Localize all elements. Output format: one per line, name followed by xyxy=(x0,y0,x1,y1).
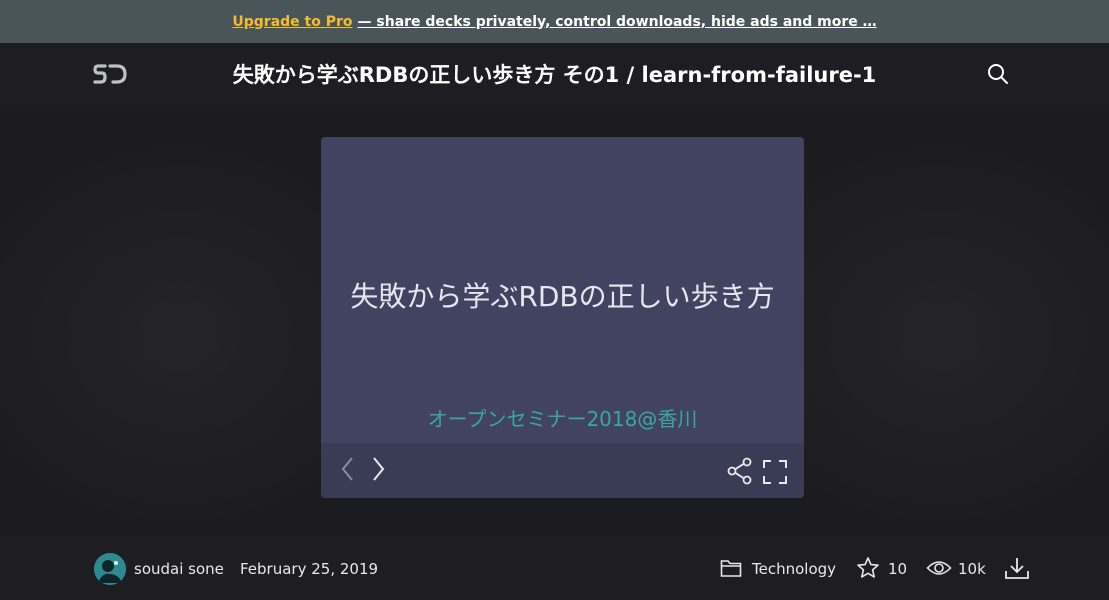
slide-viewer[interactable]: 失敗から学ぶRDBの正しい歩き方 オープンセミナー2018@香川 xyxy=(321,137,804,443)
folder-icon xyxy=(720,560,742,577)
promo-text-link[interactable]: — share decks privately, control downloa… xyxy=(358,14,877,30)
author-name[interactable]: soudai sone xyxy=(134,560,224,578)
avatar-image xyxy=(94,553,126,585)
share-icon[interactable] xyxy=(726,457,754,485)
slide-subtitle: オープンセミナー2018@香川 xyxy=(427,407,698,431)
avatar[interactable] xyxy=(94,553,126,585)
star-icon[interactable] xyxy=(856,556,880,580)
upgrade-link[interactable]: Upgrade to Pro xyxy=(232,14,352,30)
page-title: 失敗から学ぶRDBの正しい歩き方 その1 / learn-from-failur… xyxy=(232,63,877,87)
star-count: 10 xyxy=(888,560,908,578)
slide-stage: 失敗から学ぶRDBの正しい歩き方 オープンセミナー2018@香川 xyxy=(0,105,1109,537)
search-icon[interactable] xyxy=(987,63,1009,85)
header: 失敗から学ぶRDBの正しい歩き方 その1 / learn-from-failur… xyxy=(0,43,1109,105)
footer: soudai sone February 25, 2019 Technology… xyxy=(0,537,1109,600)
fullscreen-icon[interactable] xyxy=(762,459,788,485)
eye-icon xyxy=(926,561,952,575)
publish-date: February 25, 2019 xyxy=(240,560,379,578)
view-count: 10k xyxy=(958,560,986,578)
chevron-left-icon[interactable] xyxy=(339,455,357,483)
slide-title: 失敗から学ぶRDBの正しい歩き方 xyxy=(350,280,775,313)
logo-icon[interactable] xyxy=(93,63,127,85)
category-link[interactable]: Technology xyxy=(752,560,836,578)
slide-controls xyxy=(321,443,804,498)
chevron-right-icon[interactable] xyxy=(369,455,387,483)
promo-banner: Upgrade to Pro — share decks privately, … xyxy=(0,0,1109,43)
download-icon[interactable] xyxy=(1004,556,1030,580)
